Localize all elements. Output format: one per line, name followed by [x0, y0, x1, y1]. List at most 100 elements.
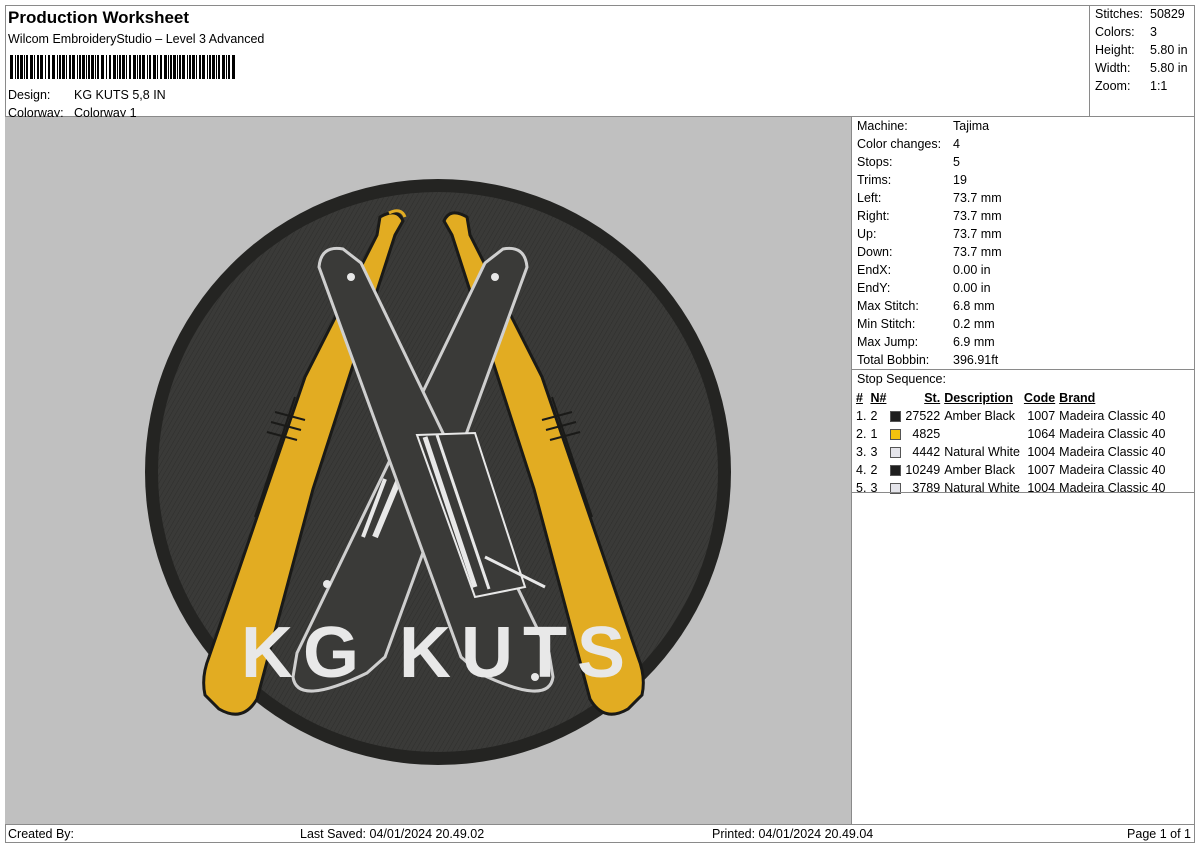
- color-swatch: [890, 447, 902, 459]
- machine-info-label: Max Stitch:: [857, 299, 919, 313]
- stop-num: 1.: [856, 409, 867, 423]
- patch-text: KG KUTS: [241, 613, 635, 693]
- machine-info-row: Up: 73.7 mm: [857, 227, 1002, 241]
- stop-stitches: 4825: [912, 427, 941, 441]
- stop-swatch: [888, 461, 903, 479]
- machine-info-value: 396.91ft: [953, 353, 999, 367]
- machine-info-value: 0.00 in: [953, 263, 991, 277]
- stop-brand: Madeira Classic 40: [1059, 481, 1166, 495]
- machine-info-value: 0.00 in: [953, 281, 991, 295]
- stop-code: 1007: [1027, 409, 1056, 423]
- worksheet-title: Production Worksheet: [8, 8, 190, 27]
- stop-needle: 2: [870, 463, 878, 477]
- machine-info-label: Right:: [857, 209, 890, 223]
- machine-info-row: Stops: 5: [857, 155, 960, 169]
- stop-description: [942, 425, 1022, 443]
- stop-stitches: 4442: [912, 445, 941, 459]
- stop-description: Natural White: [944, 445, 1020, 459]
- col-code: Code: [1023, 391, 1056, 405]
- color-swatch: [890, 411, 902, 423]
- machine-info-panel: Machine: Tajima Color changes: 4 Stops: 5 Trim…: [852, 117, 1195, 824]
- stop-swatch: [888, 407, 903, 425]
- worksheet-header: Production Worksheet Wilcom EmbroiderySt…: [5, 5, 1090, 120]
- stop-needle: 1: [870, 427, 878, 441]
- machine-info-label: Max Jump:: [857, 335, 919, 349]
- page-number: Page 1 of 1: [1127, 827, 1191, 841]
- machine-info-row: EndY: 0.00 in: [857, 281, 991, 295]
- printed-date: Printed: 04/01/2024 20.49.04: [712, 827, 874, 841]
- stop-needle: 3: [870, 481, 878, 495]
- stop-sequence-title: Stop Sequence:: [857, 372, 946, 386]
- col-num: #: [856, 391, 863, 405]
- created-by: Created By:: [8, 827, 75, 841]
- stop-row: 4. 2 10249 Amber Black 1007 Madeira Classic 4…: [854, 461, 1167, 479]
- machine-info-row: Right: 73.7 mm: [857, 209, 1002, 223]
- divider: [852, 492, 1195, 493]
- stop-code: 1007: [1027, 463, 1056, 477]
- summary-width: Width: 5.80 in: [1095, 61, 1188, 75]
- stop-brand: Madeira Classic 40: [1059, 463, 1166, 477]
- machine-info-row: Max Stitch: 6.8 mm: [857, 299, 995, 313]
- color-swatch: [890, 465, 902, 477]
- machine-info-label: Up:: [857, 227, 877, 241]
- machine-info-value: 6.9 mm: [953, 335, 995, 349]
- machine-info-row: Machine: Tajima: [857, 119, 989, 133]
- stop-code: 1064: [1027, 427, 1056, 441]
- machine-info-value: 19: [953, 173, 967, 187]
- stop-stitches: 10249: [905, 463, 941, 477]
- stop-num: 5.: [856, 481, 867, 495]
- summary-box: Stitches: 50829 Colors: 3 Height: 5.80 in W…: [1090, 5, 1195, 117]
- stop-brand: Madeira Classic 40: [1059, 409, 1166, 423]
- stop-brand: Madeira Classic 40: [1059, 445, 1166, 459]
- col-swatch: [888, 389, 903, 407]
- worksheet-footer: Created By: Last Saved: 04/01/2024 20.49…: [5, 824, 1195, 843]
- col-stitches: St.: [924, 391, 941, 405]
- machine-info-value: 73.7 mm: [953, 245, 1002, 259]
- design-row: Design: KG KUTS 5,8 IN: [8, 88, 166, 102]
- col-brand: Brand: [1059, 391, 1096, 405]
- machine-info-value: Tajima: [953, 119, 990, 133]
- stop-stitches: 3789: [912, 481, 941, 495]
- stop-brand: Madeira Classic 40: [1059, 427, 1166, 441]
- stop-needle: 2: [870, 409, 878, 423]
- machine-info-label: Stops:: [857, 155, 893, 169]
- stop-swatch: [888, 443, 903, 461]
- summary-colors: Colors: 3: [1095, 25, 1157, 39]
- summary-height: Height: 5.80 in: [1095, 43, 1188, 57]
- barcode: [10, 55, 235, 79]
- summary-zoom: Zoom: 1:1: [1095, 79, 1168, 93]
- col-description: Description: [944, 391, 1013, 405]
- stop-table-header: # N# St. Description Code Brand: [854, 389, 1167, 407]
- machine-info-row: Total Bobbin: 396.91ft: [857, 353, 998, 367]
- stop-sequence-table: # N# St. Description Code Brand 1. 2 27522…: [854, 389, 1167, 497]
- stop-needle: 3: [870, 445, 878, 459]
- machine-info-row: Color changes: 4: [857, 137, 960, 151]
- machine-info-row: EndX: 0.00 in: [857, 263, 991, 277]
- last-saved: Last Saved: 04/01/2024 20.49.02: [300, 827, 485, 841]
- machine-info-row: Trims: 19: [857, 173, 967, 187]
- stop-stitches: 27522: [905, 409, 941, 423]
- machine-info-row: Min Stitch: 0.2 mm: [857, 317, 995, 331]
- stop-code: 1004: [1027, 445, 1056, 459]
- machine-info-label: EndY:: [857, 281, 891, 295]
- embroidery-patch: KG KUTS: [145, 179, 731, 765]
- stop-description: Amber Black: [944, 409, 1016, 423]
- machine-info-value: 0.2 mm: [953, 317, 995, 331]
- stop-num: 3.: [856, 445, 867, 459]
- machine-info-label: Color changes:: [857, 137, 942, 151]
- machine-info-label: Min Stitch:: [857, 317, 916, 331]
- stop-description: Amber Black: [944, 463, 1016, 477]
- machine-info-value: 6.8 mm: [953, 299, 995, 313]
- machine-info-value: 4: [953, 137, 960, 151]
- machine-info-value: 73.7 mm: [953, 227, 1002, 241]
- stop-code: 1004: [1027, 481, 1056, 495]
- stop-description: Natural White: [944, 481, 1020, 495]
- stop-swatch: [888, 479, 903, 497]
- divider: [852, 369, 1195, 370]
- software-name: Wilcom EmbroideryStudio – Level 3 Advanc…: [8, 32, 265, 46]
- machine-info-row: Left: 73.7 mm: [857, 191, 1002, 205]
- col-needle: N#: [870, 391, 887, 405]
- machine-info-label: Down:: [857, 245, 893, 259]
- stop-row: 1. 2 27522 Amber Black 1007 Madeira Classic 4…: [854, 407, 1167, 425]
- stop-row: 3. 3 4442 Natural White 1004 Madeira Classic …: [854, 443, 1167, 461]
